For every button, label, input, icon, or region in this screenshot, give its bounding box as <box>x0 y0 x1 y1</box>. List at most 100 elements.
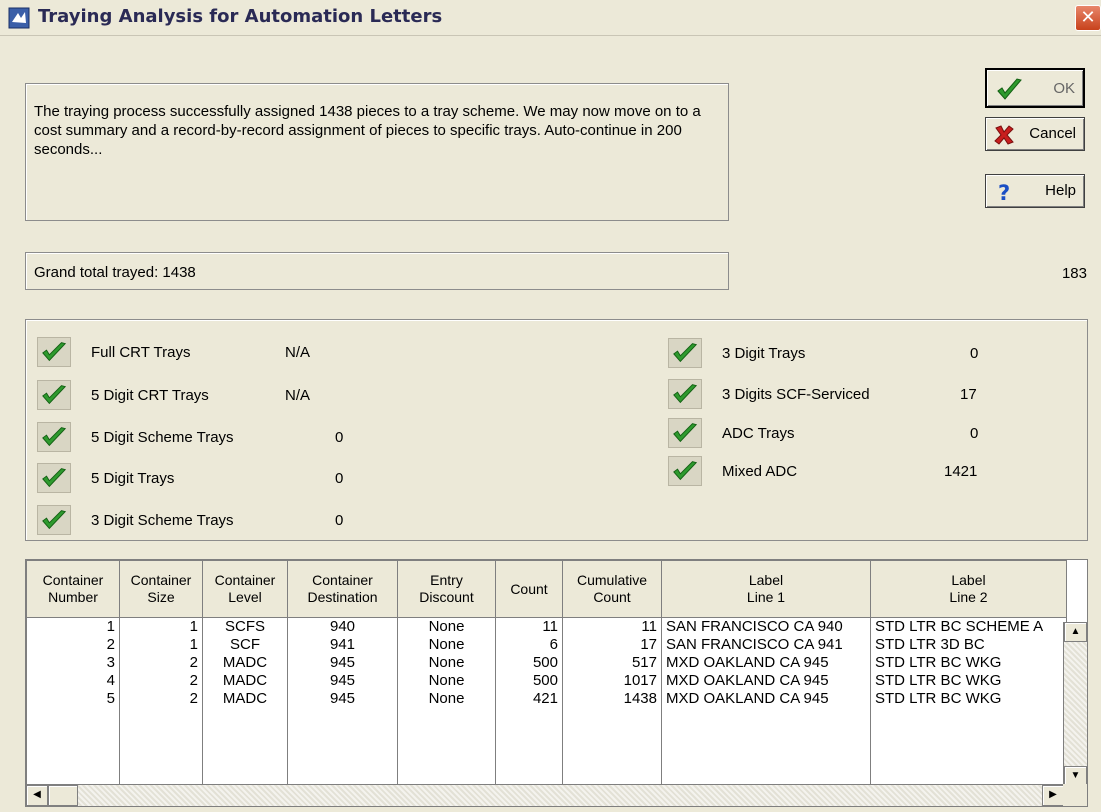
cell-label-line-2: STD LTR BC SCHEME A <box>870 617 1067 636</box>
tray-label: 3 Digit Scheme Trays <box>91 512 234 529</box>
cell-cumulative-count: 1017 <box>562 671 662 690</box>
tray-value: 1421 <box>944 463 978 480</box>
scroll-thumb[interactable] <box>48 785 78 806</box>
cell-entry-discount: None <box>397 671 496 690</box>
cell-container-size: 2 <box>119 653 203 672</box>
container-table: Container Number Container Size Container L… <box>26 560 1067 806</box>
cell-container-level: SCF <box>202 635 288 654</box>
table-row[interactable]: 5 2 MADC 945 None 421 1438 MXD OAKLAND CA 945 ST… <box>26 689 1067 708</box>
cell-count: 500 <box>495 653 563 672</box>
cell-container-level: SCFS <box>202 617 288 636</box>
cell-label-line-2: STD LTR BC WKG <box>870 671 1067 690</box>
tray-label: 5 Digit CRT Trays <box>91 387 209 404</box>
cell-container-number: 5 <box>26 689 120 708</box>
checkmark-icon <box>37 337 71 367</box>
cell-label-line-2: STD LTR 3D BC <box>870 635 1067 654</box>
cell-label-line-1: MXD OAKLAND CA 945 <box>661 671 871 690</box>
table-header-row: Container Number Container Size Container L… <box>26 560 1067 618</box>
table-body: 1 1 SCFS 940 None 11 11 SAN FRANCISCO CA 940 STD… <box>26 617 1067 806</box>
cell-container-level: MADC <box>202 653 288 672</box>
cell-count: 11 <box>495 617 563 636</box>
cell-container-number: 1 <box>26 617 120 636</box>
tray-label: 5 Digit Scheme Trays <box>91 429 234 446</box>
table-row[interactable]: 3 2 MADC 945 None 500 517 MXD OAKLAND CA 945 STD… <box>26 653 1067 672</box>
cell-count: 500 <box>495 671 563 690</box>
scroll-right-button[interactable]: ▶ <box>1042 785 1064 806</box>
app-icon <box>8 7 30 29</box>
cell-count: 421 <box>495 689 563 708</box>
table-row[interactable]: 4 2 MADC 945 None 500 1017 MXD OAKLAND CA 945 ST… <box>26 671 1067 690</box>
window-title: Traying Analysis for Automation Letters <box>38 6 443 27</box>
cell-container-destination: 945 <box>287 689 398 708</box>
cell-container-size: 1 <box>119 635 203 654</box>
col-header-container-destination[interactable]: Container Destination <box>287 560 398 618</box>
tray-label: Mixed ADC <box>722 463 798 480</box>
container-grid[interactable]: Container Number Container Size Container L… <box>25 559 1088 807</box>
ok-label: OK <box>1053 80 1075 97</box>
tray-value: N/A <box>285 344 311 361</box>
cell-container-size: 1 <box>119 617 203 636</box>
col-header-count[interactable]: Count <box>495 560 563 618</box>
scroll-up-button[interactable]: ▲ <box>1064 622 1087 642</box>
horizontal-scrollbar[interactable]: ◀ ▶ <box>26 784 1064 806</box>
cell-entry-discount: None <box>397 653 496 672</box>
col-header-label-line-2[interactable]: Label Line 2 <box>870 560 1067 618</box>
col-header-label-line-1[interactable]: Label Line 1 <box>661 560 871 618</box>
cell-container-number: 3 <box>26 653 120 672</box>
scroll-left-button[interactable]: ◀ <box>26 785 48 806</box>
cell-label-line-1: SAN FRANCISCO CA 941 <box>661 635 871 654</box>
checkmark-icon <box>668 379 702 409</box>
cell-container-size: 2 <box>119 671 203 690</box>
cell-container-destination: 945 <box>287 671 398 690</box>
tray-value: 0 <box>335 470 344 487</box>
status-message: The traying process successfully assigne… <box>34 103 701 158</box>
tray-label: ADC Trays <box>722 425 795 442</box>
vertical-scrollbar[interactable]: ▲ ▼ <box>1063 622 1087 806</box>
col-header-container-number[interactable]: Container Number <box>26 560 120 618</box>
cell-entry-discount: None <box>397 617 496 636</box>
cell-label-line-1: SAN FRANCISCO CA 940 <box>661 617 871 636</box>
col-header-entry-discount[interactable]: Entry Discount <box>397 560 496 618</box>
checkmark-icon <box>668 418 702 448</box>
help-button[interactable]: ? Help <box>985 174 1085 208</box>
tray-label: Full CRT Trays <box>91 344 191 361</box>
cell-cumulative-count: 517 <box>562 653 662 672</box>
cell-container-number: 2 <box>26 635 120 654</box>
table-row[interactable]: 1 1 SCFS 940 None 11 11 SAN FRANCISCO CA 940 STD… <box>26 617 1067 636</box>
tray-value: N/A <box>285 387 311 404</box>
grand-total-label: Grand total trayed: 1438 <box>34 264 196 281</box>
tray-label: 3 Digit Trays <box>722 345 806 362</box>
cell-container-number: 4 <box>26 671 120 690</box>
question-icon: ? <box>998 181 1010 204</box>
tray-value: 0 <box>335 512 344 529</box>
cell-cumulative-count: 17 <box>562 635 662 654</box>
tray-value: 17 <box>960 386 977 403</box>
x-icon <box>994 125 1014 145</box>
checkmark-icon <box>997 78 1022 100</box>
cell-container-size: 2 <box>119 689 203 708</box>
col-header-container-level[interactable]: Container Level <box>202 560 288 618</box>
checkmark-icon <box>668 338 702 368</box>
checkmark-icon <box>37 505 71 535</box>
tray-value: 0 <box>970 345 979 362</box>
tray-label: 5 Digit Trays <box>91 470 175 487</box>
table-row[interactable]: 2 1 SCF 941 None 6 17 SAN FRANCISCO CA 941 STD L… <box>26 635 1067 654</box>
cancel-label: Cancel <box>1029 125 1076 142</box>
title-bar: Traying Analysis for Automation Letters … <box>0 0 1101 36</box>
col-header-cumulative-count[interactable]: Cumulative Count <box>562 560 662 618</box>
tray-label: 3 Digits SCF-Serviced <box>722 386 870 403</box>
tray-value: 0 <box>970 425 979 442</box>
ok-button[interactable]: OK <box>985 68 1085 108</box>
cell-label-line-1: MXD OAKLAND CA 945 <box>661 653 871 672</box>
checkmark-icon <box>37 463 71 493</box>
checkmark-icon <box>37 380 71 410</box>
svg-text:?: ? <box>998 181 1010 204</box>
cell-label-line-2: STD LTR BC WKG <box>870 653 1067 672</box>
close-button[interactable]: ✕ <box>1075 5 1101 31</box>
help-label: Help <box>1045 182 1076 199</box>
cancel-button[interactable]: Cancel <box>985 117 1085 151</box>
col-header-container-size[interactable]: Container Size <box>119 560 203 618</box>
scroll-down-button[interactable]: ▼ <box>1064 766 1087 786</box>
checkmark-icon <box>668 456 702 486</box>
tray-value: 0 <box>335 429 344 446</box>
